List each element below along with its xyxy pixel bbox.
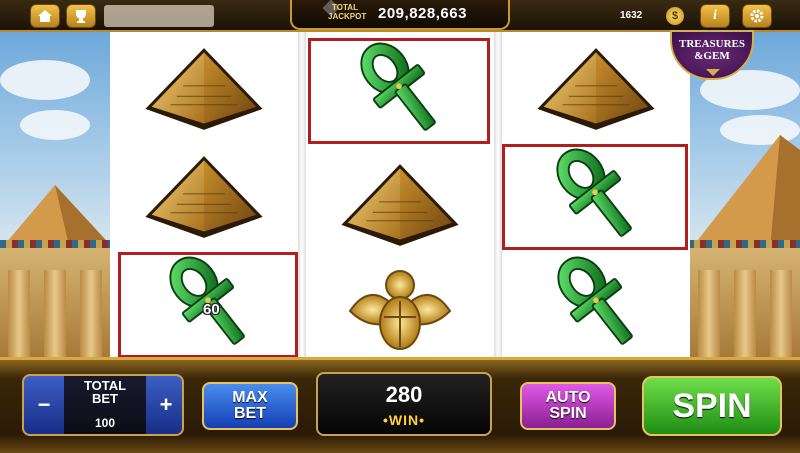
pyramid-icon (144, 47, 264, 131)
ankh-icon (334, 39, 464, 143)
auto-spin-button[interactable]: AUTO SPIN (520, 382, 616, 430)
decrease-bet-button[interactable]: − (30, 394, 58, 418)
trophy-icon (76, 10, 86, 23)
ankh-icon (531, 253, 661, 357)
win-amount: 280 (385, 382, 423, 407)
gear-icon (750, 9, 764, 23)
jackpot-label: TOTAL JACKPOT (328, 3, 367, 21)
reel-divider (298, 32, 306, 362)
player-name-bar (104, 5, 214, 27)
temple-right (688, 240, 800, 360)
reel-divider (494, 32, 502, 362)
reel-1-symbol-3: 60 (118, 252, 298, 358)
control-panel: − TOTAL BET 100 + MAX BET 280 •WIN• AUTO… (0, 357, 800, 453)
max-bet-button[interactable]: MAX BET (202, 382, 298, 430)
reel-1-symbol-1 (112, 36, 296, 142)
home-button[interactable] (30, 4, 60, 28)
reel-2 (306, 32, 494, 362)
total-bet-display: TOTAL BET 100 (64, 376, 146, 434)
total-bet-label: TOTAL BET (64, 379, 146, 405)
bonus-title-line-2: &GEM (694, 50, 730, 62)
reel-2-symbol-3 (308, 254, 492, 360)
cloud-left (0, 60, 90, 100)
top-bar: TOTAL JACKPOT 209,828,663 1632 $ i (0, 0, 800, 32)
win-display: 280 •WIN• (316, 372, 492, 436)
total-bet-label-line-2: BET (92, 391, 118, 406)
settings-button[interactable] (742, 4, 772, 28)
background-pyramid-right (690, 135, 800, 250)
buy-coins-button[interactable]: $ (666, 7, 684, 25)
spin-button[interactable]: SPIN (642, 376, 782, 436)
info-icon: i (713, 8, 717, 23)
auto-spin-label-line-2: SPIN (549, 405, 587, 422)
pyramid-icon (340, 163, 460, 247)
max-bet-label-line-2: BET (234, 405, 266, 422)
reel-2-symbol-1 (308, 38, 490, 144)
slot-reels: 60 (110, 32, 690, 362)
reel-1: 60 (110, 32, 298, 362)
trophy-button[interactable] (66, 4, 96, 28)
increase-bet-button[interactable]: + (152, 394, 180, 418)
reel-3-symbol-2 (502, 144, 688, 250)
total-bet-value: 100 (94, 416, 116, 430)
total-bet-control: − TOTAL BET 100 + (22, 374, 184, 436)
reel-3 (502, 32, 690, 362)
pyramid-icon (536, 47, 656, 131)
line-win-amount: 60 (203, 301, 220, 318)
win-label: •WIN• (382, 412, 426, 428)
chevron-down-icon (706, 69, 720, 76)
reel-2-symbol-2 (308, 152, 492, 258)
reel-3-symbol-1 (504, 36, 688, 142)
jackpot-display: TOTAL JACKPOT 209,828,663 (290, 0, 510, 30)
temple-left (0, 240, 112, 360)
coin-balance: 1632 (620, 10, 643, 21)
ankh-icon (530, 145, 660, 249)
cloud-left-2 (20, 110, 90, 140)
home-icon (38, 10, 52, 22)
max-bet-label-line-1: MAX (232, 389, 268, 406)
jackpot-value: 209,828,663 (378, 5, 467, 22)
reel-1-symbol-2 (112, 144, 296, 250)
auto-spin-label-line-1: AUTO (545, 389, 591, 406)
bonus-title-line-1: TREASURES (678, 38, 746, 50)
reel-3-symbol-3 (504, 252, 688, 358)
pyramid-icon (144, 155, 264, 239)
scarab-icon (349, 270, 451, 350)
info-button[interactable]: i (700, 4, 730, 28)
